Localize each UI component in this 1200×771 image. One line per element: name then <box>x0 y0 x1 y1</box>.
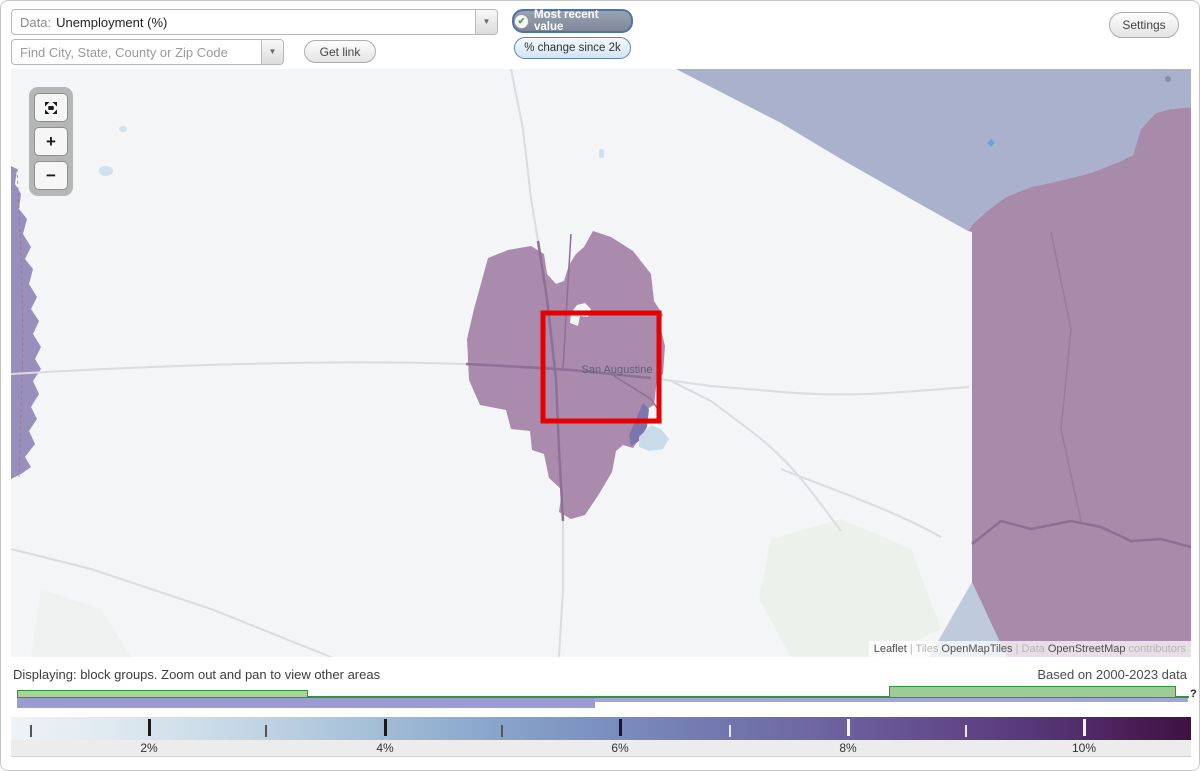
most-recent-value-button[interactable]: ✔ Most recent value <box>512 9 633 33</box>
legend-label-strip: 2% 4% 6% 8% 10% <box>11 740 1191 757</box>
legend-label: 4% <box>376 741 394 755</box>
chevron-down-icon: ▼ <box>482 17 491 26</box>
dot-marker <box>1165 76 1171 82</box>
purple-availability-bar <box>17 698 595 708</box>
legend-tick-6 <box>619 719 622 736</box>
legend-tick-minor <box>729 725 731 737</box>
green-availability-bar-left <box>17 690 308 698</box>
pond <box>119 126 127 132</box>
search-arrow-button[interactable]: ▼ <box>261 40 283 64</box>
attribution-separator: | Data <box>1012 643 1048 655</box>
map-canvas[interactable]: San Augustine + − Leaflet | Tiles OpenMa… <box>11 69 1191 657</box>
legend-tick-minor <box>501 725 503 737</box>
green-availability-bar-right <box>889 686 1176 698</box>
legend-label: 10% <box>1071 741 1097 755</box>
pond <box>599 149 604 158</box>
legend-tick-minor <box>965 725 967 737</box>
legend-tick-10 <box>1083 719 1086 736</box>
legend-label: 8% <box>839 741 857 755</box>
zoom-out-button[interactable]: − <box>34 161 68 190</box>
bottom-margin <box>1 757 1199 770</box>
map-graphic: San Augustine <box>11 69 1191 657</box>
legend-label: 2% <box>140 741 158 755</box>
pond <box>99 166 113 176</box>
data-years-text: Based on 2000-2023 data <box>1037 667 1187 682</box>
legend-label: 6% <box>611 741 629 755</box>
data-value: Unemployment (%) <box>56 14 168 30</box>
legend-tick-8 <box>847 719 850 736</box>
search-input[interactable] <box>12 44 261 60</box>
settings-button[interactable]: Settings <box>1109 12 1179 38</box>
legend-tick-minor <box>30 725 32 737</box>
attribution-suffix: contributors <box>1125 643 1186 655</box>
leaflet-link[interactable]: Leaflet <box>874 643 907 655</box>
attribution-separator: | Tiles <box>906 643 942 655</box>
displaying-status-text: Displaying: block groups. Zoom out and p… <box>13 667 381 682</box>
zoom-in-button[interactable]: + <box>34 127 68 156</box>
data-select-arrow-button[interactable]: ▼ <box>475 10 497 34</box>
openmaptiles-link[interactable]: OpenMapTiles <box>941 643 1012 655</box>
chevron-down-icon: ▼ <box>268 47 277 56</box>
fullscreen-icon <box>45 101 57 114</box>
most-recent-label: Most recent value <box>533 9 599 33</box>
data-metric-text: Data: Unemployment (%) <box>12 15 475 30</box>
color-scale-legend: 2% 4% 6% 8% 10% <box>11 717 1191 757</box>
location-search-box: ▼ <box>11 39 284 65</box>
fullscreen-button[interactable] <box>34 93 68 122</box>
data-metric-select[interactable]: Data: Unemployment (%) ▼ <box>11 9 498 35</box>
percent-change-button[interactable]: % change since 2k <box>514 37 631 59</box>
legend-tick-2 <box>148 719 151 736</box>
legend-tick-4 <box>384 719 387 736</box>
help-link[interactable]: ? <box>1190 688 1197 700</box>
place-label: San Augustine <box>582 364 653 376</box>
legend-tick-minor <box>265 725 267 737</box>
get-link-button[interactable]: Get link <box>304 40 376 63</box>
checkmark-icon: ✔ <box>514 13 529 29</box>
map-zoom-controls: + − <box>29 87 73 196</box>
data-availability-bars: ? <box>1 685 1199 711</box>
legend-gradient-bar <box>11 717 1191 740</box>
map-attribution: Leaflet | Tiles OpenMapTiles | Data Open… <box>868 641 1191 657</box>
app-window: Data:Unemployment (%) ▼ ▼ Get link ✔ Mos… <box>0 0 1200 771</box>
openstreetmap-link[interactable]: OpenStreetMap <box>1048 643 1126 655</box>
data-label: Data: <box>20 14 52 30</box>
